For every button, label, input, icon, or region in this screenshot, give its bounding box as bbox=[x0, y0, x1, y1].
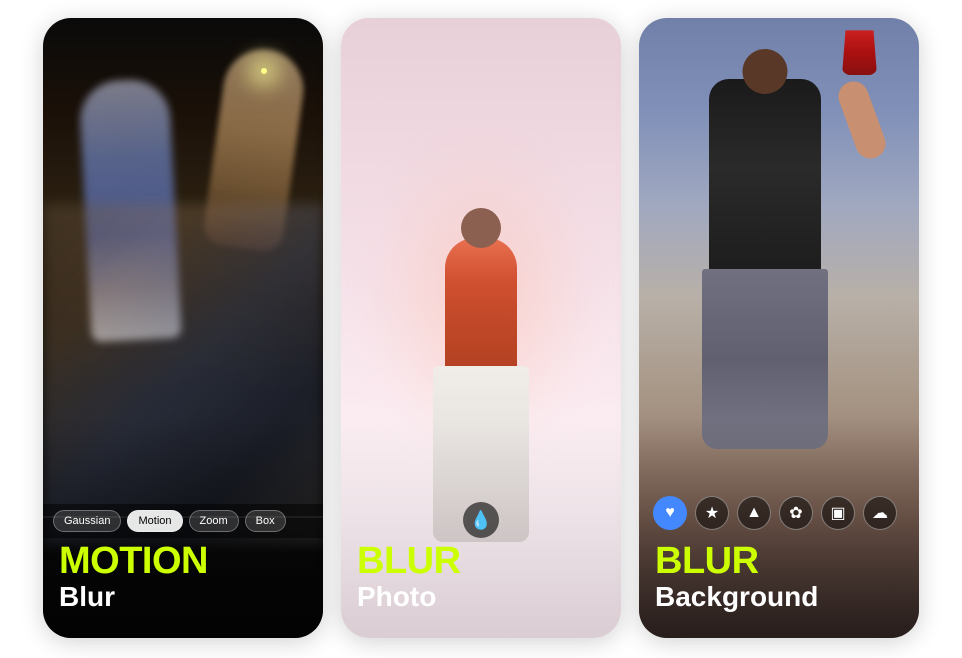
icon-gamepad[interactable]: ✿ bbox=[779, 496, 813, 530]
card-2-figure-head bbox=[461, 208, 501, 248]
card-3-labels: BLUR Background bbox=[639, 526, 919, 638]
icon-star[interactable]: ★ bbox=[695, 496, 729, 530]
card-blur-background[interactable]: ♥ ★ ▲ ✿ ▣ ☁ BLUR Background bbox=[639, 18, 919, 638]
card-1-title: MOTION bbox=[59, 542, 307, 580]
card-3-red-cup bbox=[842, 30, 877, 75]
card-1-streetlight bbox=[261, 68, 267, 74]
card-3-figure-head bbox=[743, 49, 788, 94]
icon-cloud[interactable]: ☁ bbox=[863, 496, 897, 530]
icon-triangle[interactable]: ▲ bbox=[737, 496, 771, 530]
card-3-title: BLUR bbox=[655, 542, 903, 580]
icon-heart[interactable]: ♥ bbox=[653, 496, 687, 530]
card-3-figure-main bbox=[695, 49, 835, 449]
card-2-title: BLUR bbox=[357, 542, 605, 580]
card-1-subtitle: Blur bbox=[59, 580, 307, 614]
card-1-labels: MOTION Blur bbox=[43, 526, 323, 638]
icon-square[interactable]: ▣ bbox=[821, 496, 855, 530]
card-2-labels: BLUR Photo bbox=[341, 526, 621, 638]
card-2-subtitle: Photo bbox=[357, 580, 605, 614]
card-motion-blur[interactable]: Gaussian Motion Zoom Box MOTION Blur bbox=[43, 18, 323, 638]
cards-container: Gaussian Motion Zoom Box MOTION Blur 💧 B… bbox=[23, 0, 939, 658]
card-3-subtitle: Background bbox=[655, 580, 903, 614]
card-blur-photo[interactable]: 💧 BLUR Photo bbox=[341, 18, 621, 638]
